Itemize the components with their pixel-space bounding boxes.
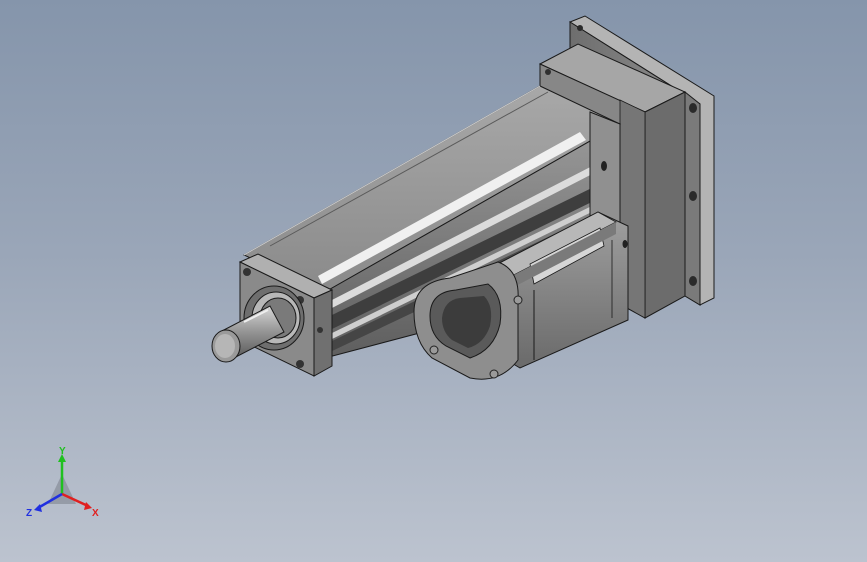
bolt-hole	[243, 268, 251, 276]
bolt-hole	[296, 360, 304, 368]
y-axis-label: Y	[59, 446, 66, 457]
coordinate-triad: Y X Z	[26, 446, 99, 519]
mount-hole	[689, 276, 697, 286]
mount-hole	[689, 103, 697, 113]
z-axis-label: Z	[26, 508, 32, 519]
x-axis-arrow-icon	[84, 502, 92, 510]
graphics-viewport[interactable]: Y X Z	[0, 0, 867, 562]
mount-hole	[577, 25, 583, 31]
x-axis-label: X	[92, 508, 99, 519]
mount-hole	[689, 191, 697, 201]
cad-model[interactable]	[0, 0, 867, 562]
